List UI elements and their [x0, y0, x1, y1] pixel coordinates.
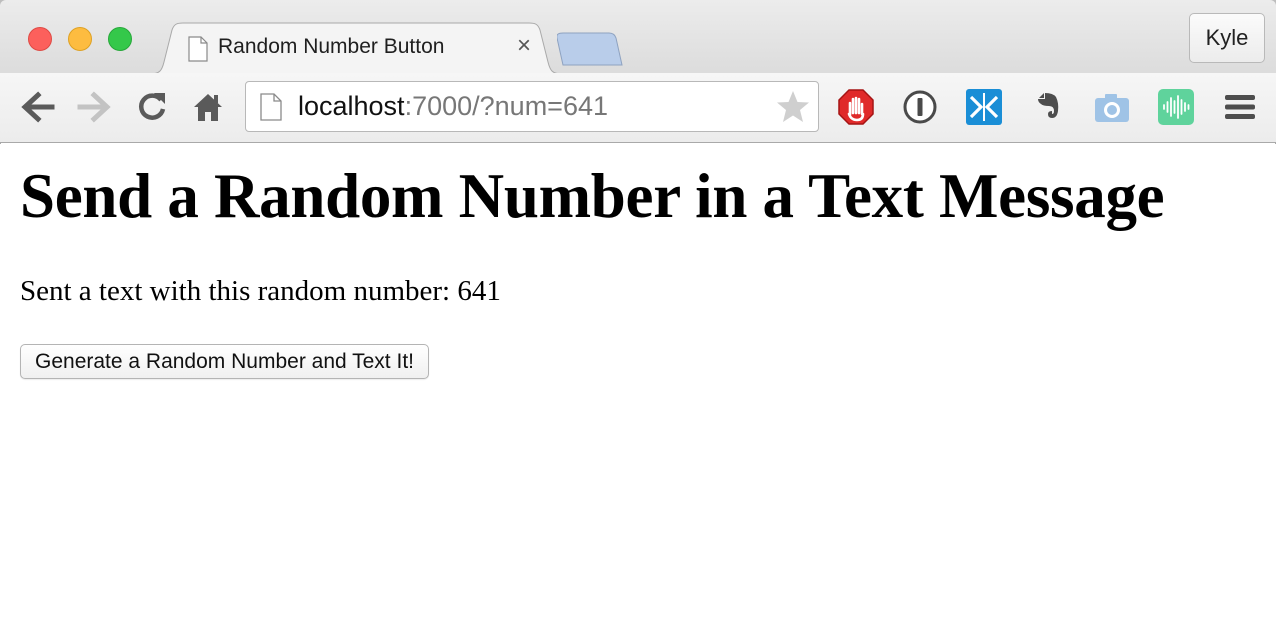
url-host: localhost	[298, 91, 405, 121]
adblock-hand-icon[interactable]	[838, 89, 874, 125]
profile-button[interactable]: Kyle	[1189, 13, 1265, 63]
url-text[interactable]: localhost:7000/?num=641	[298, 91, 608, 122]
forward-arrow-icon[interactable]	[76, 89, 112, 125]
tab-strip: Random Number Button × Kyle	[0, 0, 1276, 74]
page-title: Send a Random Number in a Text Message	[20, 161, 1165, 231]
audio-wave-icon[interactable]	[1158, 89, 1194, 125]
browser-window: Random Number Button × Kyle localhost:70…	[0, 0, 1276, 632]
window-close-button[interactable]	[28, 27, 52, 51]
page-content: Send a Random Number in a Text Message S…	[0, 144, 1276, 632]
toolbar: localhost:7000/?num=641	[0, 73, 1276, 143]
window-zoom-button[interactable]	[108, 27, 132, 51]
tab-close-icon[interactable]: ×	[512, 33, 536, 59]
evernote-icon[interactable]	[1030, 89, 1066, 125]
reload-icon[interactable]	[134, 89, 170, 125]
tab-title: Random Number Button	[218, 35, 445, 58]
star-icon[interactable]	[776, 90, 810, 129]
page-icon	[188, 36, 208, 67]
page-info-icon[interactable]	[260, 93, 282, 126]
1password-icon[interactable]	[902, 89, 938, 125]
split-tab-icon[interactable]	[966, 89, 1002, 125]
camera-icon[interactable]	[1094, 89, 1130, 125]
tab-random-number-button[interactable]: Random Number Button ×	[150, 22, 562, 74]
back-arrow-icon[interactable]	[20, 89, 56, 125]
address-bar[interactable]: localhost:7000/?num=641	[245, 81, 819, 132]
result-message: Sent a text with this random number: 641	[20, 275, 501, 307]
new-tab-button[interactable]	[556, 32, 623, 71]
hamburger-menu-icon[interactable]	[1222, 89, 1258, 125]
window-minimize-button[interactable]	[68, 27, 92, 51]
generate-and-text-button[interactable]: Generate a Random Number and Text It!	[20, 344, 429, 379]
home-icon[interactable]	[190, 89, 226, 125]
url-path: :7000/?num=641	[404, 91, 609, 121]
